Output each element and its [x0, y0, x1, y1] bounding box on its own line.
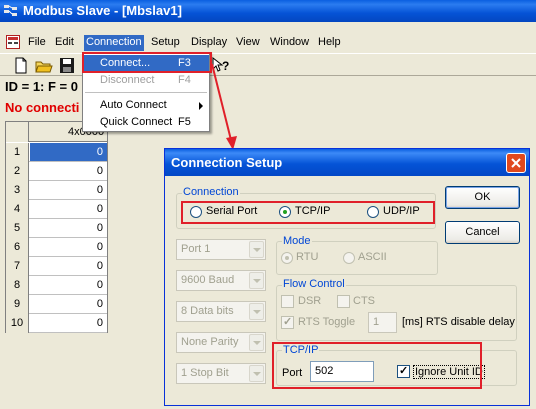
- cts-checkbox[interactable]: [337, 295, 350, 308]
- connection-setup-dialog: Connection Setup Connection Serial Port …: [164, 148, 530, 406]
- rtu-label: RTU: [296, 251, 319, 263]
- checkmark-icon: ✓: [283, 316, 293, 328]
- mode-group-label: Mode: [282, 235, 312, 247]
- rts-delay-value: 1: [373, 316, 380, 328]
- dialog-title-bar: Connection Setup: [165, 149, 529, 176]
- chevron-down-icon[interactable]: [249, 241, 264, 258]
- rts-delay-input[interactable]: 1: [368, 312, 397, 333]
- combo-value: 9600 Baud: [181, 274, 235, 286]
- cancel-button[interactable]: Cancel: [445, 221, 520, 244]
- rts-delay-label: [ms] RTS disable delay: [402, 316, 515, 328]
- data-bits-combo[interactable]: 8 Data bits: [176, 301, 266, 322]
- dsr-checkbox[interactable]: [281, 295, 294, 308]
- baud-rate-combo[interactable]: 9600 Baud: [176, 270, 266, 291]
- combo-value: None Parity: [181, 336, 239, 348]
- close-button[interactable]: [506, 153, 526, 173]
- dialog-title: Connection Setup: [171, 155, 283, 170]
- annotation-box-tcpip: [272, 342, 482, 389]
- ok-button[interactable]: OK: [445, 186, 520, 209]
- dsr-label: DSR: [298, 295, 322, 307]
- chevron-down-icon[interactable]: [249, 272, 264, 289]
- chevron-down-icon[interactable]: [249, 365, 264, 382]
- combo-value: 1 Stop Bit: [181, 367, 229, 379]
- stop-bit-combo[interactable]: 1 Stop Bit: [176, 363, 266, 384]
- rtu-radio[interactable]: [281, 252, 293, 264]
- serial-port-combo[interactable]: Port 1: [176, 239, 266, 260]
- cts-label: CTS: [353, 295, 375, 307]
- combo-value: Port 1: [181, 243, 211, 255]
- rts-toggle-label: RTS Toggle: [298, 316, 356, 328]
- annotation-box-connection-type: [181, 201, 435, 224]
- chevron-down-icon[interactable]: [249, 303, 264, 320]
- rts-toggle-checkbox[interactable]: ✓: [281, 316, 294, 329]
- parity-combo[interactable]: None Parity: [176, 332, 266, 353]
- ascii-radio[interactable]: [343, 252, 355, 264]
- chevron-down-icon[interactable]: [249, 334, 264, 351]
- close-icon: [511, 158, 521, 168]
- ascii-label: ASCII: [358, 251, 387, 263]
- flow-control-group-label: Flow Control: [282, 278, 346, 290]
- connection-group-label: Connection: [182, 186, 240, 198]
- combo-value: 8 Data bits: [181, 305, 234, 317]
